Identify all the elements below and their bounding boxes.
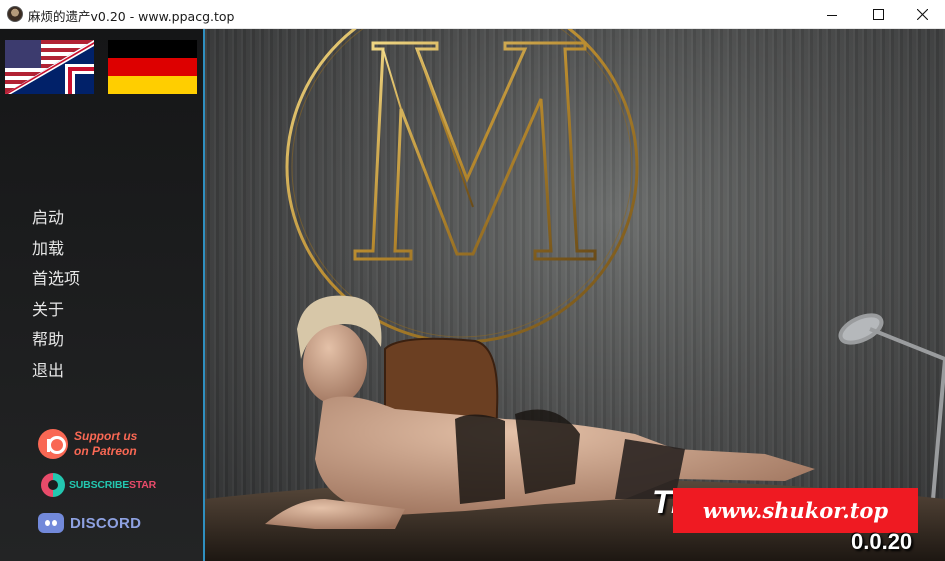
- game-screen: 启动 加载 首选项 关于 帮助 退出 Support us on Patreon…: [0, 29, 945, 561]
- language-english-button[interactable]: [5, 40, 94, 94]
- patreon-icon: [38, 429, 68, 459]
- subscribestar-link[interactable]: SUBSCRIBESTAR: [38, 473, 156, 497]
- menu-help[interactable]: 帮助: [32, 330, 80, 361]
- flag-germany-icon: [108, 40, 197, 94]
- subscribestar-icon: [41, 473, 65, 497]
- language-german-button[interactable]: [108, 40, 197, 94]
- flag-us-uk-icon: [5, 40, 94, 94]
- menu-preferences[interactable]: 首选项: [32, 269, 80, 300]
- logo-ring: [285, 29, 639, 344]
- main-menu-background: [205, 29, 945, 561]
- main-menu: 启动 加载 首选项 关于 帮助 退出: [32, 208, 80, 392]
- window-title: 麻烦的遗产v0.20 - www.ppacg.top: [28, 9, 235, 24]
- close-button[interactable]: [899, 0, 945, 29]
- maximize-button[interactable]: [855, 0, 901, 29]
- logo-m-letter: [353, 41, 597, 261]
- minimize-button[interactable]: [809, 0, 855, 29]
- discord-link[interactable]: DISCORD: [38, 513, 141, 533]
- maximize-icon: [872, 9, 884, 20]
- window-titlebar: 麻烦的遗产v0.20 - www.ppacg.top: [0, 0, 945, 29]
- menu-start[interactable]: 启动: [32, 208, 80, 239]
- game-version: 0.0.20: [851, 529, 913, 554]
- app-avatar-icon: [7, 6, 23, 22]
- watermark-banner: www.shukor.top: [673, 488, 918, 533]
- menu-load[interactable]: 加载: [32, 239, 80, 270]
- background-art: [205, 29, 945, 561]
- discord-icon: [38, 513, 64, 533]
- subscribestar-label: SUBSCRIBESTAR: [69, 479, 157, 491]
- discord-label: DISCORD: [70, 514, 142, 532]
- close-icon: [916, 9, 928, 20]
- patreon-link[interactable]: Support us on Patreon: [38, 429, 137, 459]
- menu-about[interactable]: 关于: [32, 300, 80, 331]
- patreon-label: Support us on Patreon: [74, 429, 138, 458]
- desk-lamp: [838, 313, 945, 500]
- main-menu-sidebar: 启动 加载 首选项 关于 帮助 退出 Support us on Patreon…: [0, 29, 205, 561]
- minimize-icon: [827, 14, 837, 16]
- menu-quit[interactable]: 退出: [32, 361, 80, 392]
